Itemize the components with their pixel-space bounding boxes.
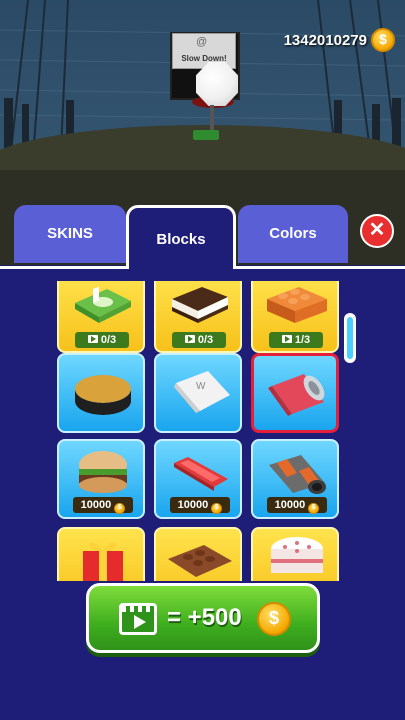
ball-stand	[210, 105, 214, 131]
player-ball	[196, 62, 238, 106]
price-tag: 10000 $	[73, 497, 133, 514]
item-burger[interactable]: 10000 $	[57, 439, 145, 519]
money-stack-icon	[75, 286, 131, 323]
item-gift-box[interactable]	[57, 527, 145, 581]
svg-text:W: W	[196, 381, 206, 392]
video-progress: 1/3	[269, 332, 323, 348]
coin-icon: $	[211, 503, 223, 514]
item-pipe[interactable]: 10000 $	[251, 439, 339, 519]
patty-icon	[75, 375, 131, 415]
coin-balance: 1342010279	[283, 32, 367, 49]
item-paper-wedge-block[interactable]: W	[154, 353, 242, 433]
tab-colors[interactable]: Colors	[238, 205, 348, 263]
price-label: 10000	[177, 499, 209, 511]
ad-reward-label: = +500	[167, 604, 242, 631]
close-button[interactable]: ✕	[360, 214, 394, 248]
chocolate-bar-icon	[168, 545, 232, 577]
price-tag: 10000 $	[170, 497, 230, 514]
skateboard-icon	[174, 457, 228, 491]
item-ice-cream-sandwich[interactable]: 0/3	[154, 281, 242, 353]
price-tag: 10000 $	[267, 497, 327, 514]
tab-skins[interactable]: SKINS	[14, 205, 126, 263]
item-lego-brick[interactable]: 1/3	[251, 281, 339, 353]
item-burger-patty-block[interactable]	[57, 353, 145, 433]
price-label: 10000	[274, 499, 306, 511]
progress-label: 0/3	[197, 334, 214, 346]
coin-icon: $	[114, 503, 126, 514]
snail-icon: @	[196, 36, 208, 48]
cake-icon	[271, 537, 323, 573]
item-skateboard[interactable]: 10000 $	[154, 439, 242, 519]
watch-ad-button[interactable]: = +500 $	[86, 583, 320, 653]
item-soda-can-block[interactable]	[251, 353, 339, 433]
video-icon	[87, 335, 98, 343]
tab-blocks[interactable]: Blocks	[126, 205, 236, 269]
coin-icon: $	[308, 503, 320, 514]
active-tab-gap	[129, 266, 233, 269]
soda-can-icon	[268, 374, 325, 416]
video-icon	[184, 335, 195, 343]
video-icon	[281, 335, 292, 343]
price-label: 10000	[80, 499, 112, 511]
scrollbar-thumb[interactable]	[347, 317, 353, 359]
item-chocolate-bar[interactable]	[154, 527, 242, 581]
video-progress: 0/3	[172, 332, 226, 348]
paper-wedge-icon: W	[174, 371, 230, 413]
gift-box-icon	[83, 542, 123, 581]
video-progress: 0/3	[75, 332, 129, 348]
item-cake[interactable]	[251, 527, 339, 581]
progress-label: 0/3	[100, 334, 117, 346]
lego-brick-icon	[267, 287, 327, 323]
item-money-stack[interactable]: 0/3	[57, 281, 145, 353]
pipe-icon	[269, 455, 326, 494]
coin-icon: $	[257, 602, 291, 636]
item-grid: 0/3 0/3 1/3 W 10000 $ 10000 $ 10000 $	[50, 281, 350, 581]
coin-icon: $	[371, 28, 395, 52]
progress-label: 1/3	[294, 334, 311, 346]
burger-icon	[79, 451, 127, 493]
ice-cream-sandwich-icon	[172, 287, 228, 323]
stand-base	[193, 130, 219, 140]
video-icon	[119, 603, 157, 635]
